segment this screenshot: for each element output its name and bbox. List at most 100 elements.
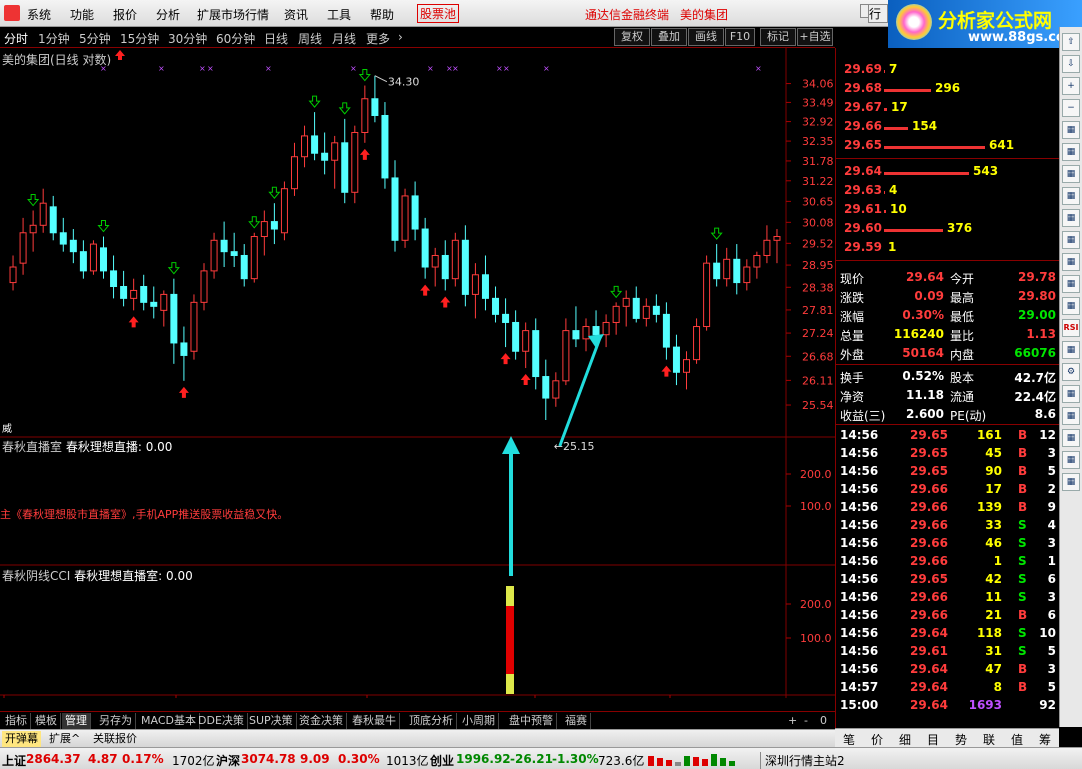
menu-extended-market[interactable]: 扩展市场行情 xyxy=(197,6,269,23)
tab-7[interactable]: 资金决策 xyxy=(296,713,347,729)
quote-tab-6[interactable]: 值 xyxy=(1003,731,1031,748)
candle-body xyxy=(89,243,97,272)
person-icon[interactable]: ▦ xyxy=(1062,473,1080,491)
quote-tab-4[interactable]: 势 xyxy=(947,731,975,748)
expand-button[interactable]: 扩展^ xyxy=(46,731,83,747)
period-more[interactable]: 更多 xyxy=(366,30,390,47)
related-quote-button[interactable]: 关联报价 xyxy=(90,731,140,747)
kline-chart[interactable]: 34.06 33.49 32.92 32.35 31.78 31.22 30.65 30.08… xyxy=(0,48,835,698)
candle-body xyxy=(753,254,761,268)
grid-icon[interactable]: ▦ xyxy=(1062,121,1080,139)
tab-zoom-2[interactable]: 0 xyxy=(817,713,830,729)
tab-9[interactable]: 顶底分析 xyxy=(406,713,457,729)
compass-icon[interactable]: ▦ xyxy=(1062,407,1080,425)
candle-body xyxy=(361,98,369,133)
buy-arrow-icon xyxy=(661,365,672,377)
breadth-bar xyxy=(711,754,717,766)
tab-1[interactable]: 模板 xyxy=(32,713,61,729)
quote-cut-label[interactable]: 行 xyxy=(868,4,888,23)
zoom-out-icon[interactable]: − xyxy=(1062,99,1080,117)
tab-3[interactable]: 另存为 xyxy=(96,713,136,729)
menu-analysis[interactable]: 分析 xyxy=(156,6,180,23)
quote-tab-2[interactable]: 细 xyxy=(891,731,919,748)
tick-row: 14:56 29.65 45 B 3 xyxy=(840,446,1056,460)
quote-tab-5[interactable]: 联 xyxy=(975,731,1003,748)
candle-body xyxy=(280,188,288,234)
menu-tools[interactable]: 工具 xyxy=(327,6,351,23)
sh-percent: 0.17% xyxy=(122,752,164,766)
candle-icon[interactable]: ▦ xyxy=(1062,143,1080,161)
window-icon[interactable]: ▦ xyxy=(1062,253,1080,271)
candle-body xyxy=(411,195,419,230)
tab-zoom-1[interactable]: - xyxy=(801,713,811,729)
panel2-tick-label: 100.0 xyxy=(800,500,832,513)
period-30min[interactable]: 30分钟 xyxy=(168,30,207,47)
quote-tab-0[interactable]: 笔 xyxy=(835,731,863,748)
tab-6[interactable]: SUP决策 xyxy=(246,713,297,729)
candle-body xyxy=(481,274,489,299)
overlay-button[interactable]: 叠加 xyxy=(651,28,687,46)
tab-8[interactable]: 春秋最牛 xyxy=(349,713,400,729)
menu-bar: 系统 功能 报价 分析 扩展市场行情 资讯 工具 帮助 股票池 通达信金融终端 … xyxy=(0,0,1082,48)
period-daily[interactable]: 日线 xyxy=(264,30,288,47)
arrow-down-icon[interactable]: ⇩ xyxy=(1062,55,1080,73)
menu-system[interactable]: 系统 xyxy=(27,6,51,23)
menu-quote[interactable]: 报价 xyxy=(113,6,137,23)
settings-icon[interactable]: ⚙ xyxy=(1062,363,1080,381)
adjust-button[interactable]: 复权 xyxy=(614,28,650,46)
menu-function[interactable]: 功能 xyxy=(70,6,94,23)
candle-body xyxy=(150,301,158,307)
chart-icon[interactable]: ▦ xyxy=(1062,275,1080,293)
period-timeshare[interactable]: 分时 xyxy=(4,30,28,47)
layers-icon[interactable]: ▦ xyxy=(1062,385,1080,403)
menu-info[interactable]: 资讯 xyxy=(284,6,308,23)
line-icon[interactable]: ▦ xyxy=(1062,297,1080,315)
book-icon[interactable]: ▦ xyxy=(1062,451,1080,469)
sell-arrow-icon xyxy=(268,186,281,199)
lock-icon[interactable]: ▦ xyxy=(1062,429,1080,447)
zoom-in-icon[interactable]: + xyxy=(1062,77,1080,95)
tab-4[interactable]: MACD基本 xyxy=(138,713,200,729)
rsi-icon[interactable]: RSI xyxy=(1062,319,1080,337)
tab-12[interactable]: 福赛 xyxy=(562,713,591,729)
chevron-right-icon[interactable]: › xyxy=(398,30,403,44)
period-1min[interactable]: 1分钟 xyxy=(38,30,70,47)
period-monthly[interactable]: 月线 xyxy=(332,30,356,47)
period-5min[interactable]: 5分钟 xyxy=(79,30,111,47)
quote-tab-7[interactable]: 筹 xyxy=(1031,731,1059,748)
draw-line-button[interactable]: 画线 xyxy=(688,28,724,46)
expand-icon[interactable]: ▦ xyxy=(1062,341,1080,359)
server-label[interactable]: 深圳行情主站2 xyxy=(760,752,845,769)
period-weekly[interactable]: 周线 xyxy=(298,30,322,47)
danmaku-button[interactable]: 开弹幕 xyxy=(2,731,41,747)
f10-icon[interactable]: ▦ xyxy=(1062,209,1080,227)
stat-row: 涨幅 0.30% 最低 29.00 xyxy=(840,308,1056,324)
tab-10[interactable]: 小周期 xyxy=(459,713,499,729)
x-tick-label: 2015年 xyxy=(6,697,45,698)
panel3-tick-label: 100.0 xyxy=(800,632,832,645)
period-15min[interactable]: 15分钟 xyxy=(120,30,159,47)
bars-icon[interactable]: ▦ xyxy=(1062,165,1080,183)
buy-level: 29.64 543 xyxy=(844,164,999,178)
panel2-value: 0.00 xyxy=(145,440,173,454)
menu-help[interactable]: 帮助 xyxy=(370,6,394,23)
tab-zoom-0[interactable]: + xyxy=(785,713,800,729)
period-60min[interactable]: 60分钟 xyxy=(216,30,255,47)
tab-0[interactable]: 指标 xyxy=(2,713,31,729)
tab-5[interactable]: DDE决策 xyxy=(195,713,248,729)
arrow-up-icon[interactable]: ⇧ xyxy=(1062,33,1080,51)
list-icon[interactable]: ▦ xyxy=(1062,187,1080,205)
high-label: 34.30 xyxy=(388,76,420,89)
candle-body xyxy=(492,297,500,315)
stock-pool-button[interactable]: 股票池 xyxy=(417,4,460,23)
add-watchlist-button[interactable]: +自选 xyxy=(797,28,833,46)
mark-button[interactable]: 标记 xyxy=(760,28,796,46)
tab-11[interactable]: 盘中预警 xyxy=(506,713,557,729)
quote-tab-3[interactable]: 目 xyxy=(919,731,947,748)
tick-row: 14:56 29.65 42 S 6 xyxy=(840,572,1056,586)
f10-button[interactable]: F10 xyxy=(725,28,755,46)
info-icon[interactable]: ▦ xyxy=(1062,231,1080,249)
panel2-header: 春秋直播室 春秋理想直播: 0.00 xyxy=(2,440,173,454)
quote-tab-1[interactable]: 价 xyxy=(863,731,891,748)
tab-2[interactable]: 管理 xyxy=(62,713,91,729)
